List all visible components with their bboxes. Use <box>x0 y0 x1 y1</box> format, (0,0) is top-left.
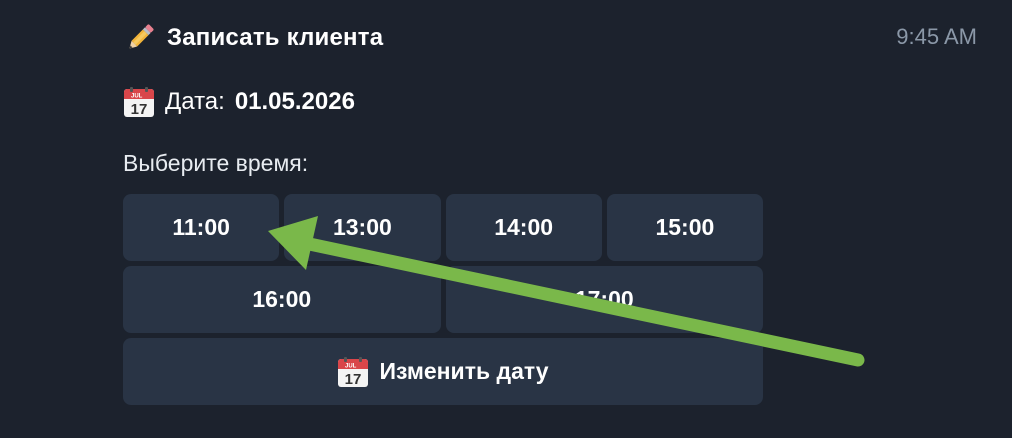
keyboard-row-3: JUL 17 Изменить дату <box>123 338 763 405</box>
choose-time-prompt: Выберите время: <box>123 150 309 176</box>
message-title: Записать клиента <box>167 24 384 51</box>
chat-view: Записать клиента 9:45 AM JUL 17 Дата: 01… <box>0 0 1012 438</box>
calendar-icon-month: JUL <box>345 363 357 369</box>
calendar-icon-day: 17 <box>131 101 148 118</box>
message-time: 9:45 AM <box>896 24 977 49</box>
calendar-icon: JUL 17 <box>123 86 155 118</box>
calendar-icon-day: 17 <box>345 371 362 388</box>
time-button-1500[interactable]: 15:00 <box>606 194 763 261</box>
date-label: Дата: <box>165 88 225 115</box>
pencil-icon <box>123 21 157 55</box>
message-title-row: Записать клиента <box>123 18 383 58</box>
calendar-icon-month: JUL <box>131 94 143 100</box>
keyboard-row-1: 11:00 13:00 14:00 15:00 <box>123 194 763 261</box>
date-row: JUL 17 Дата: 01.05.2026 <box>123 82 355 122</box>
time-button-1300[interactable]: 13:00 <box>284 194 441 261</box>
time-button-1400[interactable]: 14:00 <box>445 194 602 261</box>
inline-keyboard: 11:00 13:00 14:00 15:00 16:00 17:00 JUL … <box>123 194 763 410</box>
time-button-1700[interactable]: 17:00 <box>445 266 763 333</box>
time-button-1100[interactable]: 11:00 <box>123 194 280 261</box>
calendar-icon: JUL 17 <box>337 356 369 388</box>
keyboard-row-2: 16:00 17:00 <box>123 266 763 333</box>
change-date-label: Изменить дату <box>379 358 549 384</box>
change-date-button[interactable]: JUL 17 Изменить дату <box>123 338 763 405</box>
date-value: 01.05.2026 <box>234 88 355 115</box>
time-button-1600[interactable]: 16:00 <box>123 266 441 333</box>
